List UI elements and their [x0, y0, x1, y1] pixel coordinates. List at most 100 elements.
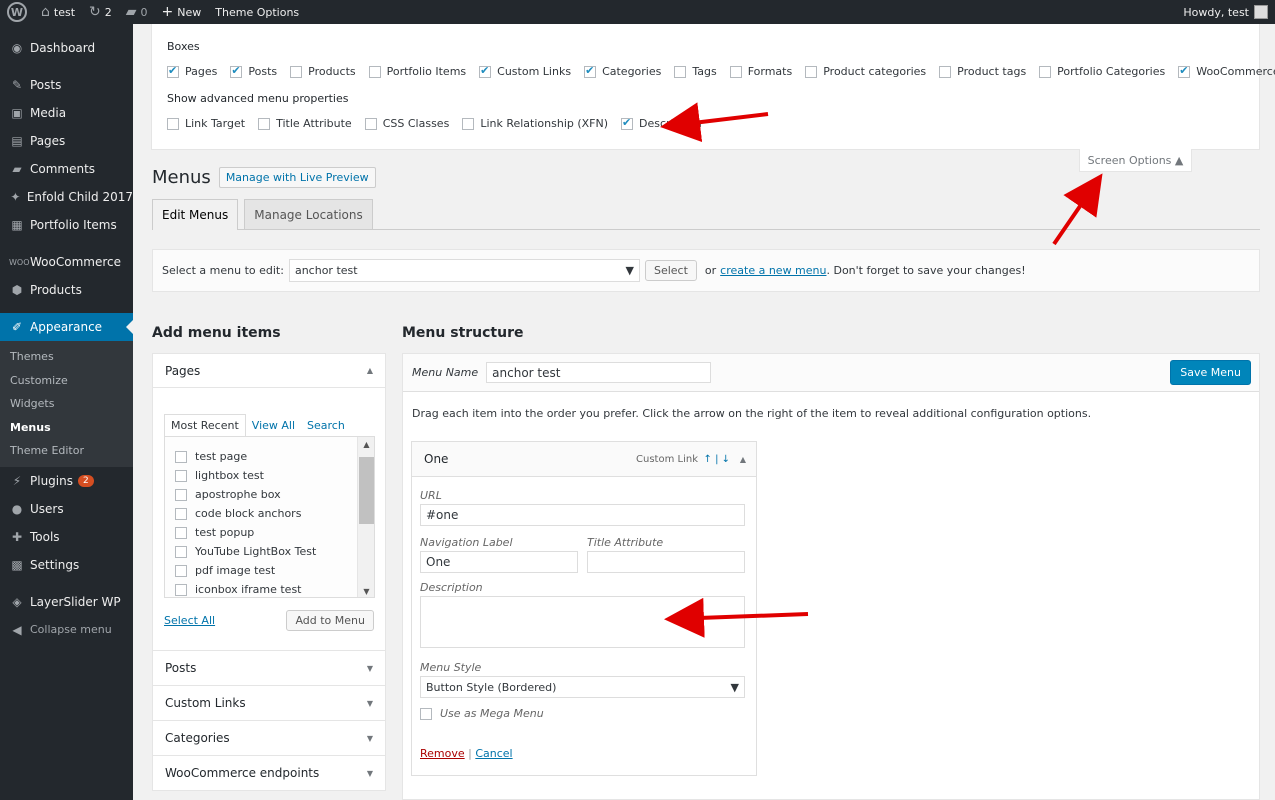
scroll-thumb[interactable] — [359, 457, 374, 524]
select-button[interactable]: Select — [644, 260, 697, 281]
box-option-formats[interactable]: Formats — [729, 65, 792, 78]
box-checkbox-posts[interactable] — [230, 64, 243, 78]
mega-menu-checkbox[interactable] — [420, 707, 432, 720]
advanced-checkbox-css-classes[interactable] — [364, 117, 377, 130]
tab-view-all[interactable]: View All — [246, 415, 301, 436]
list-item[interactable]: test page — [165, 447, 374, 466]
box-option-product-categories[interactable]: Product categories — [805, 65, 926, 78]
submenu-customize[interactable]: Customize — [0, 369, 133, 393]
accordion-custom-links[interactable]: Custom Links ▼ — [152, 686, 386, 721]
list-item[interactable]: apostrophe box — [165, 485, 374, 504]
collapse-menu-button[interactable]: ◀ Collapse menu — [0, 616, 133, 644]
sidebar-item-woocommerce[interactable]: WOO WooCommerce — [0, 248, 133, 276]
sidebar-item-comments[interactable]: ▰ Comments — [0, 155, 133, 183]
advanced-option-css-classes[interactable]: CSS Classes — [364, 117, 449, 130]
box-option-custom-links[interactable]: Custom Links — [479, 64, 571, 78]
box-option-products[interactable]: Products — [290, 65, 356, 78]
menu-style-select[interactable]: Button Style (Bordered) ▼ — [420, 676, 745, 698]
sidebar-item-media[interactable]: ▣ Media — [0, 99, 133, 127]
description-textarea[interactable] — [420, 596, 745, 648]
accordion-categories[interactable]: Categories ▼ — [152, 721, 386, 756]
advanced-option-link-target[interactable]: Link Target — [167, 117, 245, 130]
box-option-tags[interactable]: Tags — [674, 65, 717, 78]
sidebar-item-dashboard[interactable]: ◉ Dashboard — [0, 34, 133, 62]
menu-item-handle[interactable]: One Custom Link ↑ | ↓ ▲ — [412, 442, 756, 477]
comments-link[interactable]: ▰ 0 — [119, 0, 155, 24]
advanced-option-description[interactable]: Description — [621, 116, 702, 130]
advanced-option-link-relationship-xfn[interactable]: Link Relationship (XFN) — [462, 117, 608, 130]
sidebar-item-pages[interactable]: ▤ Pages — [0, 127, 133, 155]
page-checkbox[interactable] — [175, 488, 187, 501]
list-item[interactable]: test popup — [165, 523, 374, 542]
box-option-categories[interactable]: Categories — [584, 64, 661, 78]
collapse-arrow-icon[interactable]: ▲ — [740, 455, 746, 464]
add-to-menu-button[interactable]: Add to Menu — [286, 610, 374, 631]
list-item[interactable]: pdf image test — [165, 561, 374, 580]
box-checkbox-product-tags[interactable] — [939, 65, 952, 78]
sidebar-item-products[interactable]: ⬢ Products — [0, 276, 133, 304]
theme-options-link[interactable]: Theme Options — [208, 0, 306, 24]
sidebar-item-portfolio[interactable]: ▦ Portfolio Items — [0, 211, 133, 239]
page-checkbox[interactable] — [175, 507, 187, 520]
title-attribute-input[interactable] — [587, 551, 745, 573]
page-checkbox[interactable] — [175, 526, 187, 539]
box-checkbox-product-categories[interactable] — [805, 65, 818, 78]
scroll-down-icon[interactable]: ▼ — [358, 584, 374, 597]
list-item[interactable]: YouTube LightBox Test — [165, 542, 374, 561]
page-checkbox[interactable] — [175, 564, 187, 577]
box-checkbox-products[interactable] — [290, 65, 303, 78]
page-checkbox[interactable] — [175, 583, 187, 596]
create-menu-link[interactable]: create a new menu — [720, 264, 826, 277]
box-checkbox-custom-links[interactable] — [479, 64, 492, 78]
list-item[interactable]: code block anchors — [165, 504, 374, 523]
page-checkbox[interactable] — [175, 469, 187, 482]
submenu-widgets[interactable]: Widgets — [0, 392, 133, 416]
wp-logo-button[interactable]: W — [0, 0, 34, 24]
submenu-theme-editor[interactable]: Theme Editor — [0, 439, 133, 463]
new-content-link[interactable]: + New — [155, 0, 209, 24]
mega-menu-option[interactable]: Use as Mega Menu — [420, 707, 544, 720]
box-checkbox-tags[interactable] — [674, 65, 687, 78]
my-account-link[interactable]: Howdy, test — [1176, 0, 1275, 24]
site-name-link[interactable]: ⌂ test — [34, 0, 82, 24]
sidebar-item-settings[interactable]: ▩ Settings — [0, 551, 133, 579]
sidebar-item-plugins[interactable]: ⚡ Plugins 2 — [0, 467, 133, 495]
nav-label-input[interactable]: One — [420, 551, 578, 573]
list-item[interactable]: iconbox iframe test — [165, 580, 374, 597]
tab-edit-menus[interactable]: Edit Menus — [152, 199, 239, 230]
advanced-checkbox-link-target[interactable] — [167, 117, 179, 130]
box-checkbox-portfolio-items[interactable] — [368, 65, 381, 78]
accordion-woocommerce-endpoints[interactable]: WooCommerce endpoints ▼ — [152, 756, 386, 791]
menu-name-input[interactable]: anchor test — [486, 362, 712, 383]
page-checkbox[interactable] — [175, 545, 187, 558]
sidebar-item-posts[interactable]: ✎ Posts — [0, 71, 133, 99]
screen-options-toggle[interactable]: Screen Options ▲ — [1079, 149, 1192, 172]
advanced-checkbox-title-attribute[interactable] — [258, 117, 271, 130]
box-checkbox-categories[interactable] — [584, 64, 597, 78]
save-menu-button[interactable]: Save Menu — [1170, 360, 1251, 385]
sidebar-item-tools[interactable]: ✚ Tools — [0, 523, 133, 551]
submenu-menus[interactable]: Menus — [0, 416, 133, 440]
updates-link[interactable]: ↻ 2 — [82, 0, 119, 24]
remove-link[interactable]: Remove — [420, 747, 465, 760]
advanced-option-title-attribute[interactable]: Title Attribute — [258, 117, 352, 130]
sidebar-item-layerslider[interactable]: ◈ LayerSlider WP — [0, 588, 133, 616]
box-option-portfolio-items[interactable]: Portfolio Items — [368, 65, 466, 78]
page-checkbox[interactable] — [175, 450, 187, 463]
box-checkbox-portfolio-categories[interactable] — [1039, 65, 1052, 78]
move-controls[interactable]: ↑ | ↓ — [704, 454, 730, 465]
tab-most-recent[interactable]: Most Recent — [164, 414, 246, 436]
accordion-posts[interactable]: Posts ▼ — [152, 651, 386, 686]
scrollbar[interactable]: ▲ ▼ — [357, 437, 374, 597]
advanced-checkbox-description[interactable] — [621, 116, 634, 130]
live-preview-button[interactable]: Manage with Live Preview — [218, 167, 376, 188]
sidebar-item-appearance[interactable]: ✐ Appearance — [0, 313, 133, 341]
box-checkbox-formats[interactable] — [729, 65, 742, 78]
menu-select[interactable]: anchor test ▼ — [288, 259, 640, 282]
url-input[interactable]: #one — [420, 504, 745, 526]
scroll-up-icon[interactable]: ▲ — [358, 437, 374, 452]
box-option-product-tags[interactable]: Product tags — [939, 65, 1026, 78]
box-checkbox-pages[interactable] — [167, 64, 179, 78]
sidebar-item-enfold[interactable]: ✦ Enfold Child 2017 — [0, 183, 133, 211]
accordion-pages[interactable]: Pages ▲ — [152, 353, 386, 388]
